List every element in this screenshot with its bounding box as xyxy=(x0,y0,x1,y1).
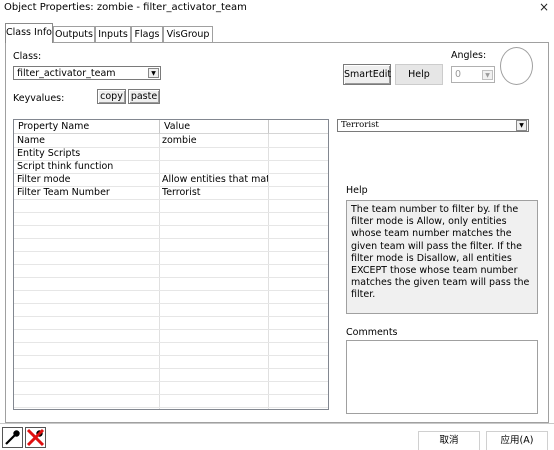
table-row[interactable]: Filter mode Allow entities that match c xyxy=(14,174,328,187)
tab-class-info[interactable]: Class Info xyxy=(5,23,53,43)
empty-table-row xyxy=(14,265,328,278)
class-combobox[interactable]: filter_activator_team ▼ xyxy=(13,66,161,80)
class-value: filter_activator_team xyxy=(17,68,116,79)
window-title: Object Properties: zombie - filter_activ… xyxy=(4,2,247,13)
table-row[interactable]: Script think function xyxy=(14,161,328,174)
title-bar: Object Properties: zombie - filter_activ… xyxy=(0,0,554,17)
chevron-down-icon[interactable]: ▼ xyxy=(482,70,493,80)
help-label: Help xyxy=(346,185,368,196)
empty-table-row xyxy=(14,304,328,317)
tab-outputs[interactable]: Outputs xyxy=(53,26,95,43)
smartedit-button[interactable]: SmartEdit xyxy=(343,64,391,85)
property-value: Allow entities that match c xyxy=(162,174,268,185)
help-button[interactable]: Help xyxy=(395,64,443,85)
tab-label: VisGroup xyxy=(166,29,210,40)
tab-label: Outputs xyxy=(55,29,93,40)
paste-button[interactable]: paste xyxy=(128,89,160,104)
help-text-box: The team number to filter by. If the fil… xyxy=(346,200,538,314)
pick-disabled-icon[interactable] xyxy=(25,427,46,448)
empty-table-row xyxy=(14,239,328,252)
empty-table-row xyxy=(14,382,328,395)
property-value xyxy=(162,148,268,160)
class-label: Class: xyxy=(13,51,42,62)
property-value xyxy=(162,161,268,173)
angles-value: 0 xyxy=(455,69,462,80)
property-value: zombie xyxy=(162,135,197,146)
cancel-button[interactable]: 取消 xyxy=(418,431,480,450)
empty-table-row xyxy=(14,278,328,291)
empty-table-row xyxy=(14,213,328,226)
apply-button[interactable]: 应用(A) xyxy=(486,431,548,450)
footer-divider xyxy=(0,423,554,424)
empty-table-row xyxy=(14,252,328,265)
empty-table-row xyxy=(14,200,328,213)
table-row[interactable]: Filter Team Number Terrorist xyxy=(14,187,328,200)
angle-dial[interactable] xyxy=(500,47,533,85)
table-row[interactable]: Name zombie xyxy=(14,135,328,148)
property-name: Filter mode xyxy=(17,174,71,185)
tab-label: Inputs xyxy=(98,29,128,40)
property-name: Filter Team Number xyxy=(17,187,110,198)
keyvalues-table[interactable]: Property Name Value Name zombie Entity S… xyxy=(13,119,329,410)
property-name: Entity Scripts xyxy=(17,148,81,159)
comments-textarea[interactable] xyxy=(346,340,538,414)
property-name: Script think function xyxy=(17,161,114,172)
comments-label: Comments xyxy=(346,327,398,338)
table-row[interactable]: Entity Scripts xyxy=(14,148,328,161)
property-name: Name xyxy=(17,135,46,146)
keyvalues-label: Keyvalues: xyxy=(13,93,65,104)
value-editor-combobox[interactable]: Terrorist ▼ xyxy=(337,119,529,132)
copy-button[interactable]: copy xyxy=(97,89,126,104)
chevron-down-icon[interactable]: ▼ xyxy=(148,68,159,78)
close-button[interactable]: × xyxy=(537,0,551,15)
value-editor-value: Terrorist xyxy=(341,120,379,130)
tab-visgroup[interactable]: VisGroup xyxy=(163,26,213,43)
empty-table-row xyxy=(14,395,328,408)
angles-label: Angles: xyxy=(451,50,487,61)
property-value: Terrorist xyxy=(162,187,201,198)
help-text: The team number to filter by. If the fil… xyxy=(351,204,530,301)
column-header-value[interactable]: Value xyxy=(160,120,269,134)
empty-table-row xyxy=(14,226,328,239)
pick-entity-icon[interactable] xyxy=(2,427,23,448)
empty-table-row xyxy=(14,343,328,356)
angles-combobox[interactable]: 0 ▼ xyxy=(451,66,495,83)
empty-table-row xyxy=(14,291,328,304)
tab-label: Class Info xyxy=(6,27,52,38)
empty-table-row xyxy=(14,408,328,409)
tab-inputs[interactable]: Inputs xyxy=(95,26,131,43)
tab-label: Flags xyxy=(134,29,160,40)
column-header-empty[interactable] xyxy=(269,120,328,134)
chevron-down-icon[interactable]: ▼ xyxy=(516,120,527,131)
column-header-property-name[interactable]: Property Name xyxy=(14,120,160,134)
tab-flags[interactable]: Flags xyxy=(131,26,163,43)
empty-table-row xyxy=(14,317,328,330)
empty-table-row xyxy=(14,330,328,343)
empty-table-row xyxy=(14,369,328,382)
empty-table-row xyxy=(14,356,328,369)
